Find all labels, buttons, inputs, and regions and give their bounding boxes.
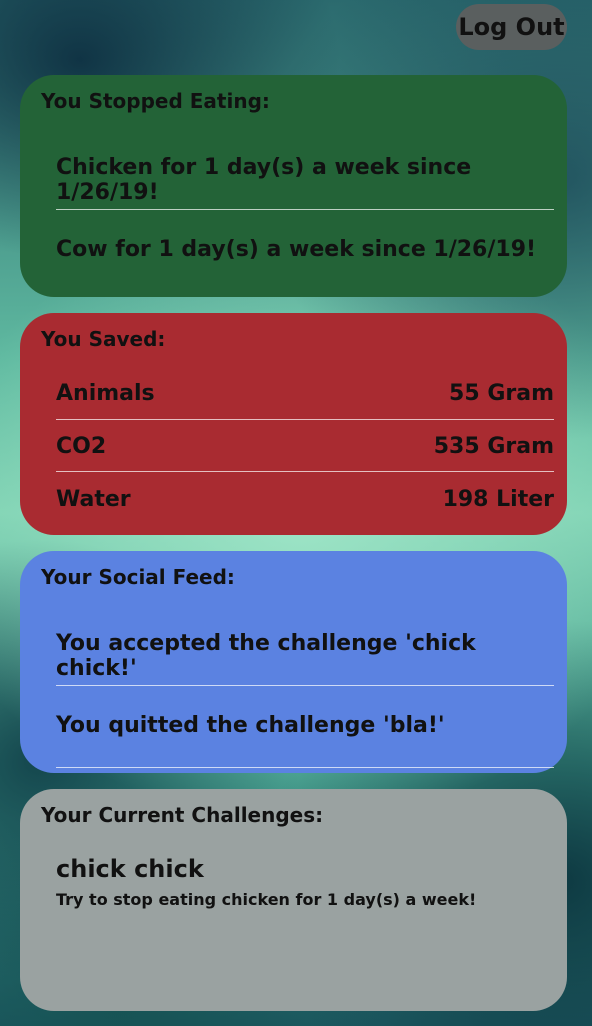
divider (56, 685, 554, 686)
current-challenges-card: Your Current Challenges: chick chick Try… (20, 789, 567, 1011)
feed-item[interactable]: You quitted the challenge 'bla!' (56, 713, 554, 738)
saved-label: CO2 (56, 433, 107, 459)
divider (56, 767, 554, 768)
stopped-eating-card: You Stopped Eating: Chicken for 1 day(s)… (20, 75, 567, 297)
saved-label: Animals (56, 380, 155, 406)
logout-button[interactable]: Log Out (456, 4, 567, 50)
saved-value: 535 Gram (433, 433, 554, 459)
feed-item[interactable]: You accepted the challenge 'chick chick!… (56, 631, 554, 681)
stopped-eating-title: You Stopped Eating: (41, 89, 270, 113)
saved-value: 55 Gram (449, 380, 554, 406)
social-feed-title: Your Social Feed: (41, 565, 235, 589)
divider (56, 209, 554, 210)
challenge-description: Try to stop eating chicken for 1 day(s) … (56, 890, 477, 909)
challenge-name[interactable]: chick chick (56, 855, 204, 883)
current-challenges-title: Your Current Challenges: (41, 803, 324, 827)
saved-row-water: Water 198 Liter (56, 473, 554, 525)
saved-row-co2: CO2 535 Gram (56, 420, 554, 472)
stopped-eating-item[interactable]: Cow for 1 day(s) a week since 1/26/19! (56, 237, 554, 262)
saved-card: You Saved: Animals 55 Gram CO2 535 Gram … (20, 313, 567, 535)
stopped-eating-item[interactable]: Chicken for 1 day(s) a week since 1/26/1… (56, 155, 554, 205)
divider (56, 471, 554, 472)
saved-row-animals: Animals 55 Gram (56, 367, 554, 419)
saved-value: 198 Liter (442, 486, 554, 512)
social-feed-card: Your Social Feed: You accepted the chall… (20, 551, 567, 773)
saved-label: Water (56, 486, 131, 512)
saved-title: You Saved: (41, 327, 166, 351)
